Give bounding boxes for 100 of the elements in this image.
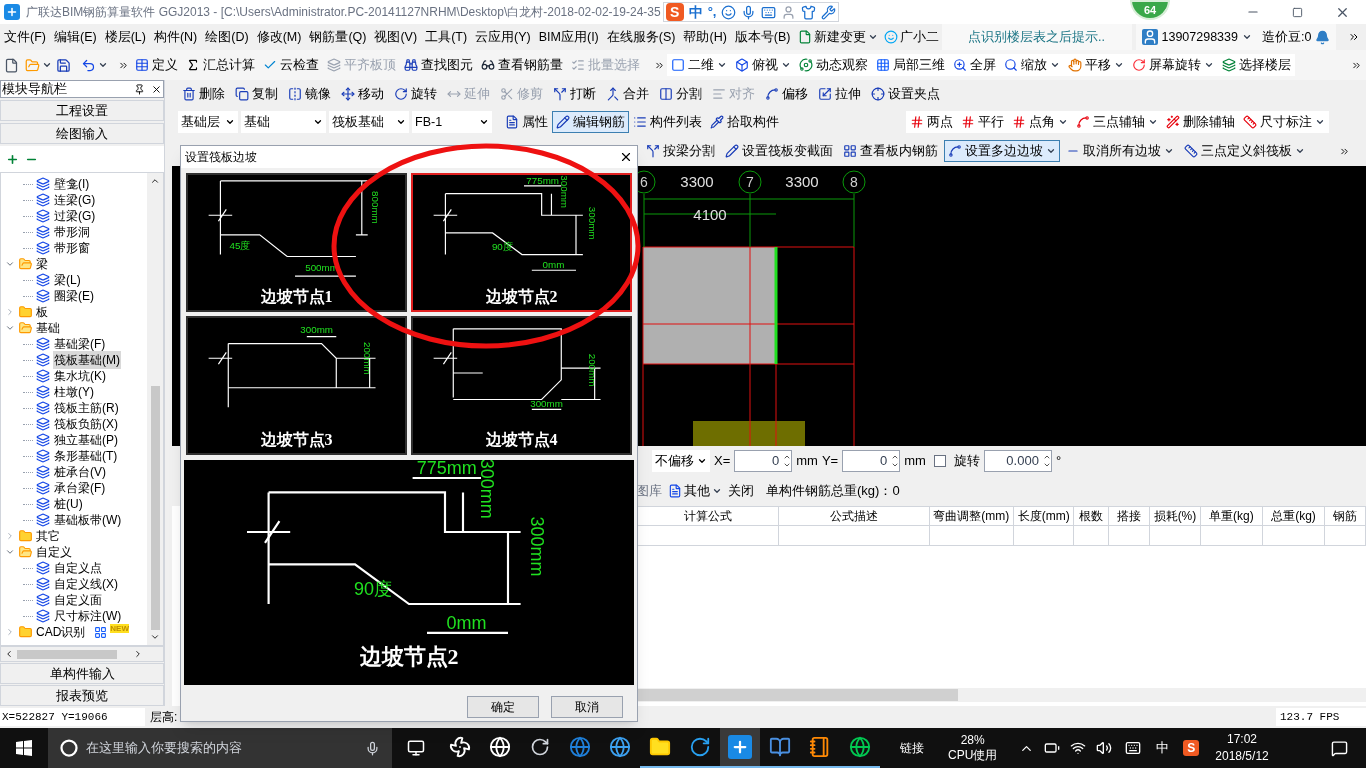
dialog-button[interactable]: 取消 xyxy=(551,696,623,718)
battery-icon[interactable] xyxy=(1044,740,1061,756)
tree-item[interactable]: 筏板基础(M) xyxy=(53,351,121,369)
toolbar-label[interactable]: 链接 xyxy=(900,739,924,757)
number-field[interactable]: 0.000 xyxy=(983,450,1052,472)
menu-item[interactable]: 帮助(H) xyxy=(679,27,731,47)
tree-folder[interactable]: 自定义 xyxy=(36,543,72,561)
toolbar-button[interactable]: 选择楼层 xyxy=(1218,54,1295,76)
toolbar-button[interactable]: 设置筏板变截面 xyxy=(721,140,837,162)
menu-item[interactable]: 钢筋量(Q) xyxy=(305,27,371,47)
toolbar-button[interactable]: 打断 xyxy=(549,83,600,105)
column-header[interactable]: 总重(kg) xyxy=(1262,507,1326,526)
toolbar-button[interactable]: 汇总计算 xyxy=(182,54,259,76)
tree-item[interactable]: 自定义面 xyxy=(53,591,103,609)
assistant-button[interactable]: 广小二 xyxy=(880,27,942,47)
toolbar-button[interactable]: 屏幕旋转 xyxy=(1128,54,1218,76)
new-file-icon[interactable] xyxy=(4,57,19,73)
number-field[interactable]: 0 xyxy=(842,450,901,472)
column-header[interactable]: 长度(mm) xyxy=(1014,507,1075,526)
tree-item[interactable]: 基础板带(W) xyxy=(53,511,123,529)
table-cell[interactable] xyxy=(929,526,1015,546)
menu-item[interactable]: 视图(V) xyxy=(370,27,422,47)
selector-dropdown[interactable]: 基础层 xyxy=(178,111,238,133)
tree-item[interactable]: 尺寸标注(W) xyxy=(53,607,123,625)
dialog-button[interactable]: 确定 xyxy=(467,696,539,718)
column-header[interactable]: 公式描述 xyxy=(778,507,930,526)
toolbar-button[interactable]: 二维 xyxy=(667,54,731,76)
overflow-icon[interactable] xyxy=(1348,31,1360,43)
toolbar-button[interactable]: 属性 xyxy=(501,111,552,133)
toolbar-button[interactable]: 拉伸 xyxy=(814,83,865,105)
slope-option[interactable]: 775mm 300mm 300mm 90度 0mm 边坡节点2 xyxy=(411,173,632,312)
menu-item[interactable]: 工具(T) xyxy=(421,27,472,47)
selector-dropdown[interactable]: FB-1 xyxy=(412,111,492,133)
menu-item[interactable]: 绘图(D) xyxy=(201,27,253,47)
column-header[interactable]: 搭接 xyxy=(1109,507,1151,526)
toolbar-button[interactable]: 尺寸标注 xyxy=(1239,111,1329,133)
column-header[interactable]: 单重(kg) xyxy=(1200,507,1263,526)
toolbar-button[interactable]: 点角 xyxy=(1008,111,1072,133)
column-header[interactable]: 损耗(%) xyxy=(1150,507,1201,526)
wrench-icon[interactable] xyxy=(821,4,837,20)
toolbar-button[interactable]: 偏移 xyxy=(761,83,812,105)
toolbar-button[interactable]: 全屏 xyxy=(949,54,1000,76)
horizontal-scrollbar[interactable] xyxy=(638,688,1366,702)
close-icon[interactable] xyxy=(619,150,633,164)
tree-item[interactable]: 基础梁(F) xyxy=(53,335,107,353)
tree-item[interactable]: 柱墩(Y) xyxy=(53,383,95,401)
menu-item[interactable]: 云应用(Y) xyxy=(471,27,535,47)
clock[interactable]: 17:02 2018/5/12 xyxy=(1215,731,1269,765)
tree-folder[interactable]: 基础 xyxy=(36,319,60,337)
tree-folder[interactable]: 板 xyxy=(36,303,48,321)
menu-item[interactable]: 编辑(E) xyxy=(49,27,101,47)
table-cell[interactable] xyxy=(1262,526,1326,546)
menu-item[interactable]: BIM应用(I) xyxy=(534,27,603,47)
tree-item[interactable]: 连梁(G) xyxy=(53,191,97,209)
tree-folder[interactable]: CAD识别 xyxy=(36,623,86,641)
tree-item[interactable]: 自定义线(X) xyxy=(53,575,119,593)
scroll-up-icon[interactable] xyxy=(150,176,160,186)
scroll-down-icon[interactable] xyxy=(150,632,160,642)
table-cell[interactable] xyxy=(778,526,930,546)
menu-item[interactable]: 版本号(B) xyxy=(730,27,795,47)
tree-item[interactable]: 集水坑(K) xyxy=(53,367,107,385)
slope-option[interactable]: 200mm 300mm 边坡节点4 xyxy=(411,316,632,455)
task-view-icon[interactable] xyxy=(407,739,425,757)
search-field[interactable]: 在这里输入你要搜索的内容 xyxy=(48,728,392,768)
bell-icon[interactable] xyxy=(1315,29,1331,45)
tree-item[interactable]: 筏板主筋(R) xyxy=(53,399,120,417)
collapse-caret-icon[interactable] xyxy=(5,547,15,557)
toolbar-button[interactable]: 镜像 xyxy=(284,83,335,105)
tree-folder[interactable]: 梁 xyxy=(36,255,48,273)
menu-item[interactable]: 构件(N) xyxy=(149,27,202,47)
vertical-scrollbar[interactable] xyxy=(147,173,163,645)
scroll-left-icon[interactable] xyxy=(4,649,14,659)
tree-item[interactable]: 自定义点 xyxy=(53,559,103,577)
navigator-button[interactable]: 报表预览 xyxy=(0,685,164,706)
number-field[interactable]: 0 xyxy=(734,450,793,472)
toolbar-button[interactable]: 复制 xyxy=(231,83,282,105)
navigator-button[interactable]: 工程设置 xyxy=(0,100,164,121)
taskbar-app[interactable] xyxy=(720,728,760,768)
microphone-icon[interactable] xyxy=(741,4,757,20)
toolbar-button[interactable]: 删除 xyxy=(178,83,229,105)
table-cell[interactable] xyxy=(1014,526,1075,546)
toolbar-button[interactable]: 编辑钢筋 xyxy=(552,111,629,133)
toolbar-button[interactable]: 两点 xyxy=(906,111,957,133)
spin-up-icon[interactable] xyxy=(783,453,792,461)
close-icon[interactable] xyxy=(151,83,162,95)
collapse-caret-icon[interactable] xyxy=(5,323,15,333)
toolbar-button[interactable]: 查看钢筋量 xyxy=(477,54,567,76)
table-cell[interactable] xyxy=(1200,526,1263,546)
spin-down-icon[interactable] xyxy=(783,461,792,469)
shirt-icon[interactable] xyxy=(801,4,817,20)
column-header[interactable]: 钢筋 xyxy=(1325,507,1366,526)
toolbar-button[interactable]: 拾取构件 xyxy=(706,111,783,133)
toolbar-button[interactable]: 删除辅轴 xyxy=(1162,111,1239,133)
ime-mode[interactable]: 中 xyxy=(688,1,703,23)
toolbar-button[interactable]: 构件列表 xyxy=(629,111,706,133)
toolbar-button[interactable]: 取消所有边坡 xyxy=(1062,140,1178,162)
menu-item[interactable]: 文件(F) xyxy=(0,27,50,47)
tree-item[interactable]: 承台梁(F) xyxy=(53,479,107,497)
tree-item[interactable]: 桩(U) xyxy=(53,495,84,513)
emoji-icon[interactable] xyxy=(721,4,737,20)
